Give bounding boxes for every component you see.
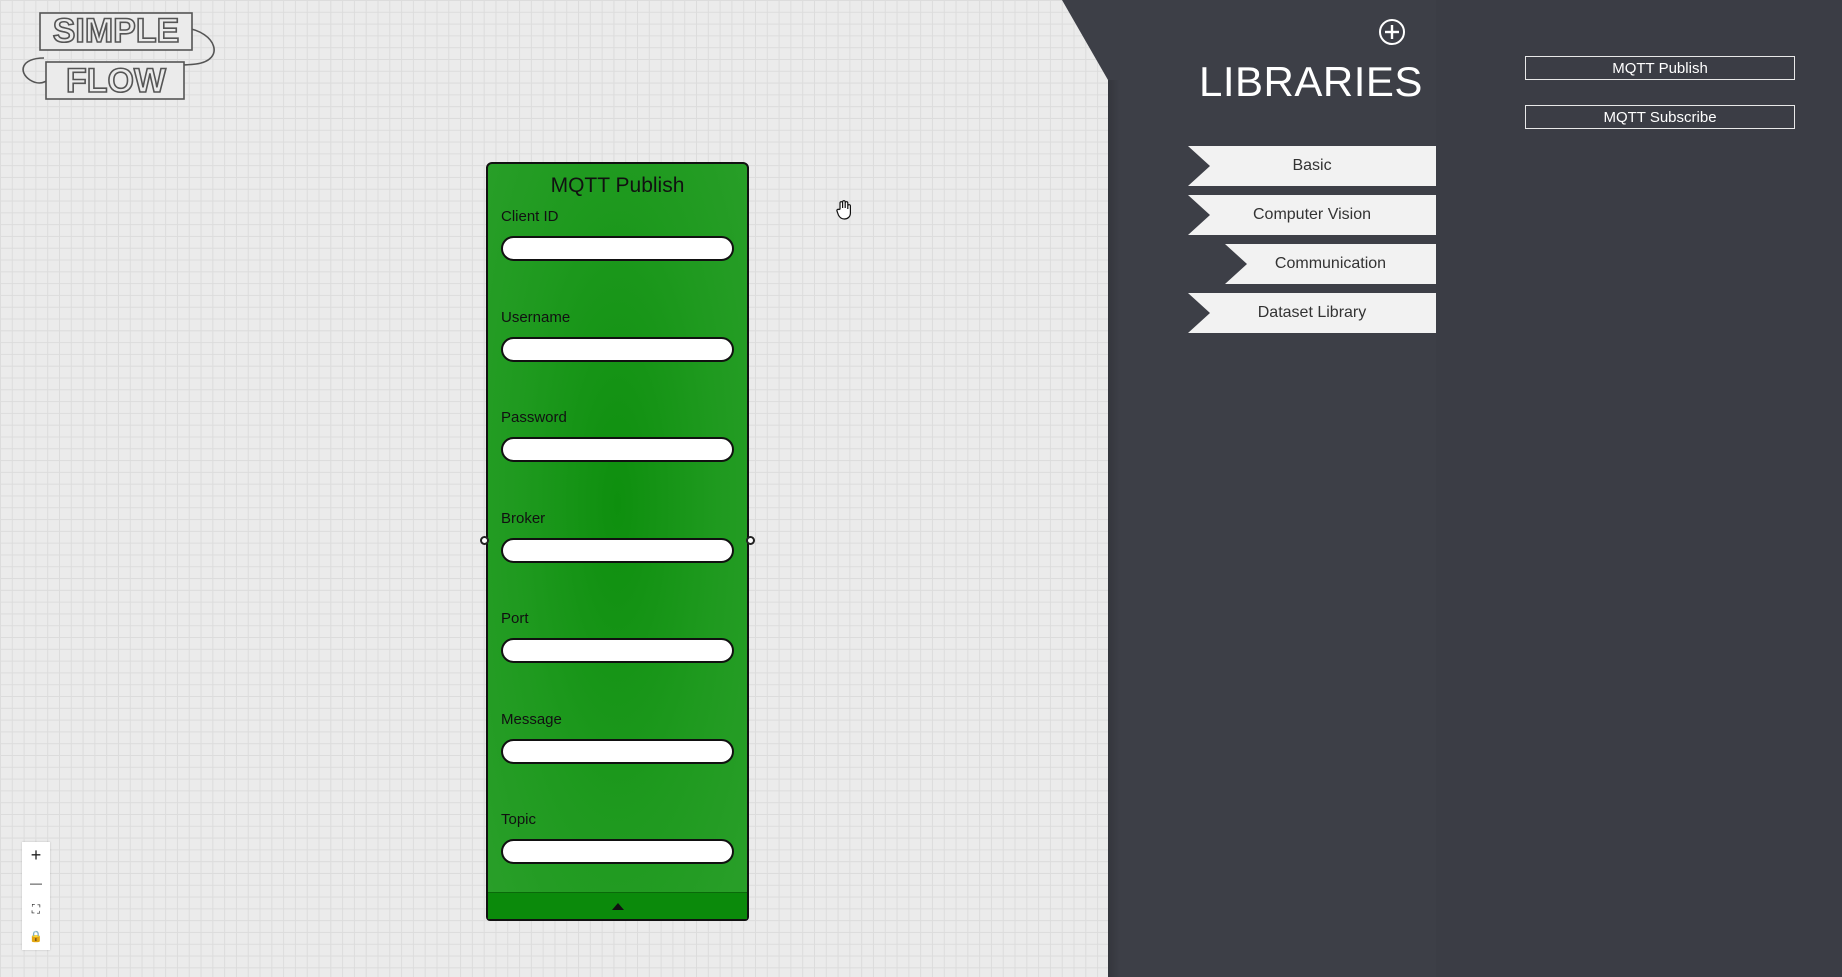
fit-view-button[interactable]: ⛶: [22, 896, 50, 923]
field-label: Topic: [501, 811, 537, 828]
library-items-panel: [1436, 0, 1842, 977]
client-id-input[interactable]: [501, 236, 734, 261]
field-label: Client ID: [501, 208, 559, 225]
library-item-mqtt-publish[interactable]: MQTT Publish: [1525, 56, 1795, 80]
field-username: Username: [501, 303, 734, 404]
field-label: Username: [501, 308, 571, 326]
zoom-out-button[interactable]: —: [22, 869, 50, 896]
password-input[interactable]: [501, 437, 734, 462]
node-input-port[interactable]: [480, 536, 489, 545]
zoom-in-button[interactable]: +: [22, 842, 50, 869]
port-input[interactable]: [501, 638, 734, 663]
tab-computer-vision[interactable]: Computer Vision: [1188, 195, 1436, 235]
simple-flow-logo: SIMPLE FLOW: [22, 11, 215, 101]
logo-text-flow: FLOW: [66, 62, 167, 100]
field-label: Message: [501, 710, 562, 728]
topic-input[interactable]: [501, 839, 734, 864]
field-topic: Topic: [501, 805, 734, 906]
collapse-arrow-icon: [611, 903, 624, 910]
field-client-id: Client ID: [501, 202, 734, 303]
library-item-mqtt-subscribe[interactable]: MQTT Subscribe: [1525, 105, 1795, 129]
logo-text-simple: SIMPLE: [53, 12, 180, 50]
field-port: Port: [501, 604, 734, 705]
panel-slant-edge: [1062, 0, 1108, 80]
field-password: Password: [501, 403, 734, 504]
tab-communication[interactable]: Communication: [1225, 244, 1436, 284]
tab-dataset-library[interactable]: Dataset Library: [1188, 293, 1436, 333]
panel-shadow: [1108, 80, 1120, 977]
field-label: Password: [501, 409, 567, 426]
mqtt-publish-node[interactable]: MQTT Publish Client ID Username Password…: [486, 162, 749, 921]
field-message: Message: [501, 705, 734, 806]
tab-basic[interactable]: Basic: [1188, 146, 1436, 186]
username-input[interactable]: [501, 336, 734, 362]
node-output-port[interactable]: [746, 536, 755, 545]
field-broker: Broker: [501, 504, 734, 605]
field-label: Port: [501, 610, 529, 627]
grab-hand-icon: [836, 200, 851, 220]
node-collapse-bar[interactable]: [488, 892, 747, 919]
message-input[interactable]: [501, 738, 734, 764]
add-library-icon[interactable]: [1378, 18, 1406, 46]
node-title: MQTT Publish: [550, 174, 685, 197]
broker-input[interactable]: [501, 537, 734, 563]
libraries-title: LIBRARIES: [1199, 58, 1423, 105]
field-label: Broker: [501, 509, 546, 527]
lock-button[interactable]: 🔒: [22, 923, 50, 950]
zoom-controls: + — ⛶ 🔒: [22, 842, 50, 950]
